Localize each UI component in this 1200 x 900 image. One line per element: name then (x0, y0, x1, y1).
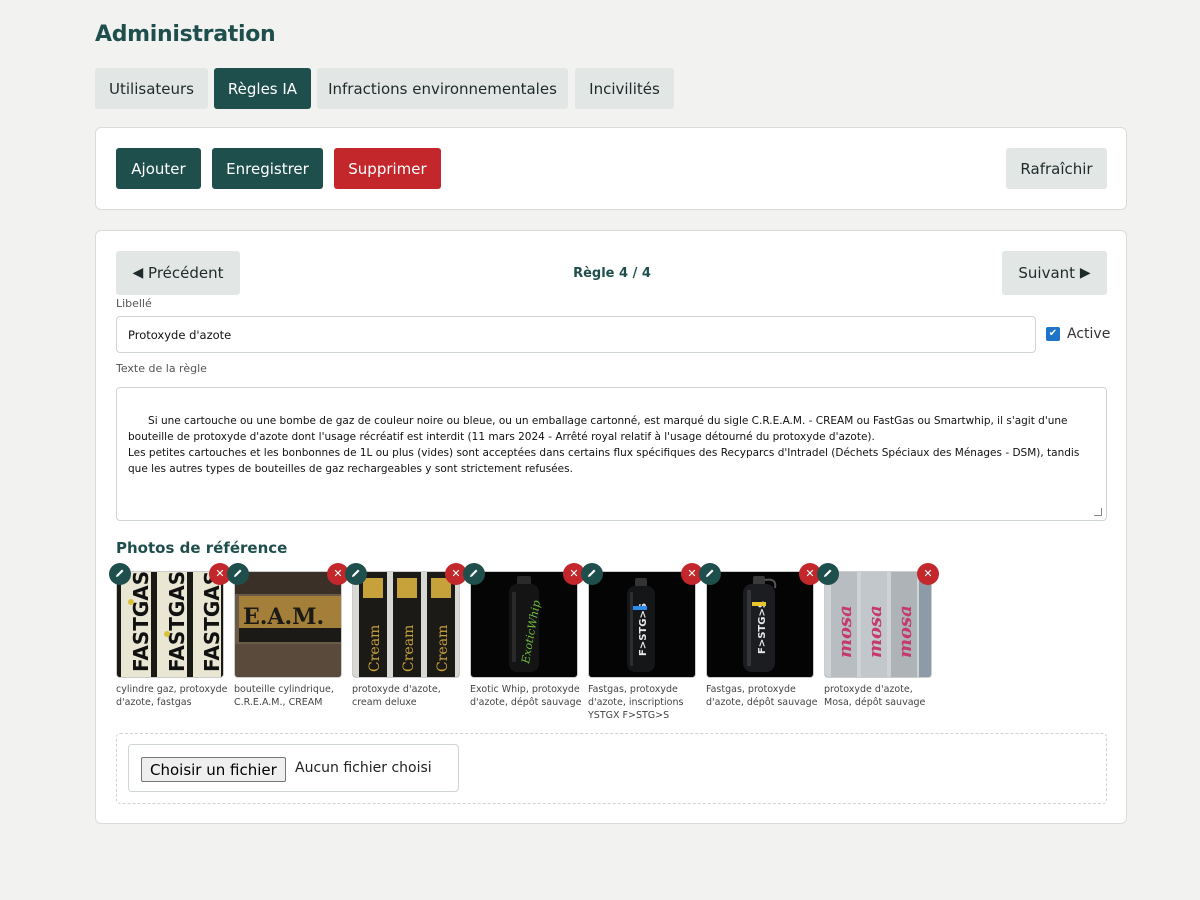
edit-pencil-icon[interactable] (463, 563, 485, 585)
tab-incivilites[interactable]: Incivilités (575, 68, 674, 109)
svg-text:FASTGAS: FASTGAS (200, 572, 223, 672)
resize-handle[interactable] (1094, 508, 1102, 516)
edit-pencil-icon[interactable] (345, 563, 367, 585)
next-button[interactable]: Suivant ▶ (1002, 251, 1107, 295)
mosa-photo: mosa mosa mosa (825, 572, 931, 677)
rule-counter: Règle 4 / 4 (573, 266, 651, 281)
choose-file-button[interactable]: Choisir un fichier (141, 757, 286, 782)
delete-x-icon[interactable]: ✕ (917, 563, 939, 585)
edit-pencil-icon[interactable] (227, 563, 249, 585)
refresh-button[interactable]: Rafraîchir (1006, 148, 1107, 189)
tab-utilisateurs[interactable]: Utilisateurs (95, 68, 208, 109)
photo-upload-zone[interactable]: Choisir un fichier Aucun fichier choisi (116, 733, 1107, 804)
photo-card: F>STG>S ✕ Fastgas, protoxyde d'azote, dé… (699, 563, 821, 709)
triangle-left-icon: ◀ (132, 265, 144, 281)
exotic-whip-photo: ExoticWhip (471, 572, 577, 677)
rule-editor-card: ◀ Précédent Règle 4 / 4 Suivant ▶ Libell… (95, 230, 1127, 824)
photo-card: F>STG>S ✕ Fastgas, protoxyde d'azote, in… (581, 563, 703, 722)
photo-thumbnail[interactable]: E.A.M. (234, 571, 342, 678)
photo-thumbnail[interactable]: ExoticWhip (470, 571, 578, 678)
triangle-right-icon: ▶ (1079, 265, 1091, 281)
photo-card: ExoticWhip ✕ Exotic Whip, protoxyde d'az… (463, 563, 585, 709)
cream-box-photo: E.A.M. (235, 572, 341, 677)
photo-caption: cylindre gaz, protoxyde d'azote, fastgas (116, 684, 228, 708)
fastgas-dumped-photo: F>STG>S (707, 572, 813, 677)
file-status-text: Aucun fichier choisi (295, 760, 432, 776)
photo-caption: Fastgas, protoxyde d'azote, inscriptions… (588, 684, 684, 721)
photo-card: FASTGAS FASTGAS FASTGAS ✕ cylindre gaz, … (109, 563, 231, 709)
photos-section-title: Photos de référence (116, 539, 288, 557)
svg-text:Cream: Cream (435, 625, 451, 672)
cream-deluxe-photo: Cream Cream Cream (353, 572, 459, 677)
text-field-label: Texte de la règle (116, 362, 207, 375)
svg-text:FASTGAS: FASTGAS (165, 572, 189, 672)
svg-text:mosa: mosa (895, 605, 916, 658)
rule-text-area[interactable]: Si une cartouche ou une bombe de gaz de … (116, 387, 1107, 521)
photo-caption: Fastgas, protoxyde d'azote, dépôt sauvag… (706, 684, 818, 708)
fastgas-cylinder-photo: F>STG>S (589, 572, 695, 677)
edit-pencil-icon[interactable] (581, 563, 603, 585)
svg-text:mosa: mosa (835, 605, 856, 658)
photo-thumbnail[interactable]: FASTGAS FASTGAS FASTGAS (116, 571, 224, 678)
active-label: Active (1067, 326, 1111, 342)
next-label: Suivant (1018, 264, 1076, 282)
photo-caption: protoxyde d'azote, cream deluxe (352, 684, 441, 708)
svg-text:mosa: mosa (865, 605, 886, 658)
svg-text:F>STG>S: F>STG>S (757, 601, 768, 654)
svg-text:F>STG>S: F>STG>S (638, 603, 649, 656)
svg-text:FASTGAS: FASTGAS (129, 572, 153, 672)
edit-pencil-icon[interactable] (109, 563, 131, 585)
photo-card: E.A.M. ✕ bouteille cylindrique, C.R.E.A.… (227, 563, 349, 709)
photo-thumbnail[interactable]: F>STG>S (588, 571, 696, 678)
previous-label: Précédent (148, 264, 224, 282)
edit-pencil-icon[interactable] (817, 563, 839, 585)
add-button[interactable]: Ajouter (116, 148, 201, 189)
tab-infractions[interactable]: Infractions environnementales (317, 68, 568, 109)
photo-thumbnail[interactable]: F>STG>S (706, 571, 814, 678)
fastgas-photo: FASTGAS FASTGAS FASTGAS (117, 572, 223, 677)
page-title: Administration (95, 22, 276, 47)
photo-thumbnail[interactable]: mosa mosa mosa (824, 571, 932, 678)
photo-card: Cream Cream Cream ✕ protoxyde d'azote, c… (345, 563, 467, 709)
svg-text:Cream: Cream (367, 625, 383, 672)
previous-button[interactable]: ◀ Précédent (116, 251, 240, 295)
rule-text-content: Si une cartouche ou une bombe de gaz de … (128, 415, 1080, 475)
delete-button[interactable]: Supprimer (334, 148, 441, 189)
toolbar-card: Ajouter Enregistrer Supprimer Rafraîchir (95, 127, 1127, 210)
photo-card: mosa mosa mosa ✕ protoxyde d'azote, Mosa… (817, 563, 939, 709)
title-field-label: Libellé (116, 297, 152, 310)
active-checkbox[interactable]: ✔ (1046, 327, 1060, 341)
tab-regles-ia[interactable]: Règles IA (214, 68, 311, 109)
svg-text:Cream: Cream (401, 625, 417, 672)
photo-thumbnail[interactable]: Cream Cream Cream (352, 571, 460, 678)
edit-pencil-icon[interactable] (699, 563, 721, 585)
photo-caption: Exotic Whip, protoxyde d'azote, dépôt sa… (470, 684, 582, 708)
photo-caption: bouteille cylindrique, C.R.E.A.M., CREAM (234, 684, 334, 708)
save-button[interactable]: Enregistrer (212, 148, 323, 189)
rule-title-input[interactable] (116, 316, 1036, 353)
svg-text:E.A.M.: E.A.M. (243, 604, 324, 630)
photo-caption: protoxyde d'azote, Mosa, dépôt sauvage (824, 684, 926, 708)
file-input[interactable]: Choisir un fichier Aucun fichier choisi (128, 744, 459, 792)
